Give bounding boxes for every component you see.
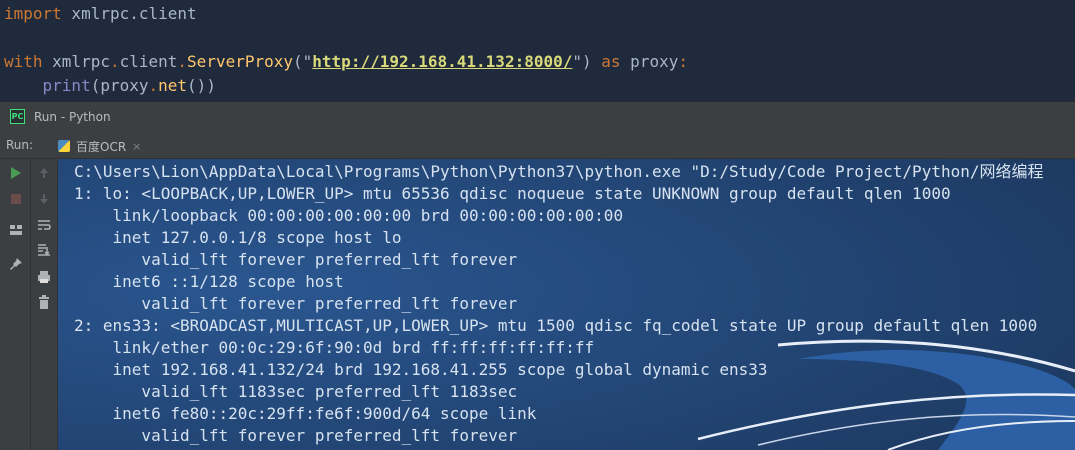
console-line: valid_lft forever preferred_lft forever <box>74 426 518 445</box>
console-line: valid_lft 1183sec preferred_lft 1183sec <box>74 382 518 401</box>
run-label: Run: <box>6 138 34 152</box>
pycharm-icon: PC <box>10 109 25 124</box>
console-line: C:\Users\Lion\AppData\Local\Programs\Pyt… <box>74 162 1044 181</box>
python-icon <box>58 140 70 152</box>
tab-label: 百度OCR <box>76 139 127 154</box>
code-line-3[interactable]: print(proxy.net()) <box>4 74 216 98</box>
client-ref: client <box>119 52 178 71</box>
module-name: xmlrpc.client <box>61 4 197 23</box>
console-line: valid_lft forever preferred_lft forever <box>74 294 518 313</box>
tab-baidu-ocr[interactable]: 百度OCR × <box>50 135 149 157</box>
scroll-to-end-icon[interactable] <box>36 242 52 258</box>
console-line: link/ether 00:0c:29:6f:90:0d brd ff:ff:f… <box>74 338 595 357</box>
console-lines: C:\Users\Lion\AppData\Local\Programs\Pyt… <box>74 161 1044 447</box>
open-paren: (" <box>293 52 313 71</box>
console-line: valid_lft forever preferred_lft forever <box>74 250 518 269</box>
dot: . <box>177 52 188 71</box>
console-line: 1: lo: <LOOPBACK,UP,LOWER_UP> mtu 65536 … <box>74 184 951 203</box>
run-console-output[interactable]: C:\Users\Lion\AppData\Local\Programs\Pyt… <box>58 159 1075 450</box>
soft-wrap-icon[interactable] <box>36 217 52 233</box>
code-line-2[interactable]: with xmlrpc.client.ServerProxy("http://1… <box>4 50 688 74</box>
close-icon[interactable]: × <box>132 140 141 153</box>
function-name: ServerProxy <box>187 52 294 71</box>
close-paren: ()) <box>187 76 216 95</box>
console-line: link/loopback 00:00:00:00:00:00 brd 00:0… <box>74 206 624 225</box>
run-tabbar: Run: 百度OCR × <box>0 132 1075 159</box>
code-editor[interactable]: import xmlrpc.client with xmlrpc.client.… <box>0 0 1075 101</box>
dot: . <box>148 76 159 95</box>
dot: . <box>109 52 120 71</box>
console-line: inet6 ::1/128 scope host <box>74 272 344 291</box>
stop-icon[interactable] <box>8 191 24 207</box>
run-actions-toolbar <box>0 159 31 450</box>
console-actions-toolbar <box>31 159 58 450</box>
up-arrow-icon[interactable] <box>36 165 52 181</box>
console-line: inet 127.0.0.1/8 scope host lo <box>74 228 402 247</box>
close-paren: ") <box>572 52 592 71</box>
run-window-header: PC Run - Python <box>0 101 1075 132</box>
console-line: inet 192.168.41.132/24 brd 192.168.41.25… <box>74 360 768 379</box>
print-arg: (proxy <box>90 76 149 95</box>
console-line: inet6 fe80::20c:29ff:fe6f:900d/64 scope … <box>74 404 537 423</box>
layout-icon[interactable] <box>8 222 24 238</box>
url-string[interactable]: http://192.168.41.132:8000/ <box>312 52 572 71</box>
trash-icon[interactable] <box>36 294 52 310</box>
print-icon[interactable] <box>36 269 52 285</box>
variable-proxy: proxy <box>620 52 679 71</box>
method-net: net <box>158 76 188 95</box>
down-arrow-icon[interactable] <box>36 191 52 207</box>
run-icon[interactable] <box>8 165 24 181</box>
console-line: 2: ens33: <BROADCAST,MULTICAST,UP,LOWER_… <box>74 316 1038 335</box>
keyword-import: import <box>4 4 62 23</box>
module-ref: xmlrpc <box>42 52 110 71</box>
keyword-with: with <box>4 52 43 71</box>
pin-icon[interactable] <box>8 256 24 272</box>
run-window-title: Run - Python <box>34 110 111 124</box>
code-line-1[interactable]: import xmlrpc.client <box>4 2 197 26</box>
keyword-as: as <box>591 52 621 71</box>
colon: : <box>678 52 688 71</box>
builtin-print: print <box>42 76 91 95</box>
